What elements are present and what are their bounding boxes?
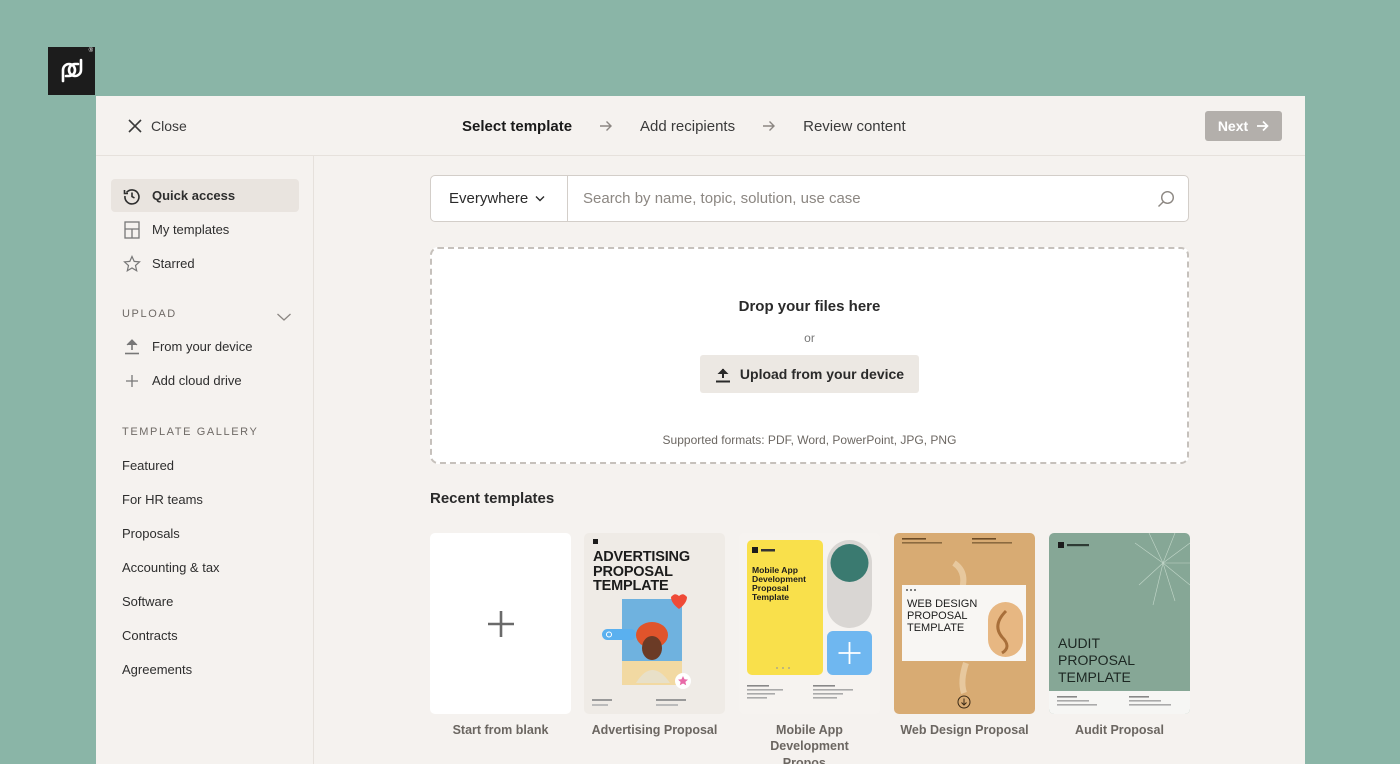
star-icon bbox=[122, 254, 142, 274]
history-icon bbox=[122, 186, 142, 206]
supported-formats: Supported formats: PDF, Word, PowerPoint… bbox=[662, 433, 957, 447]
template-card-blank[interactable]: Start from blank bbox=[430, 533, 571, 738]
pd-logo-icon bbox=[61, 58, 82, 83]
upload-section-heading: UPLOAD bbox=[122, 308, 177, 320]
sidebar-item-add-cloud-drive[interactable]: Add cloud drive bbox=[111, 364, 299, 397]
close-label: Close bbox=[151, 118, 187, 134]
drop-zone-title: Drop your files here bbox=[738, 298, 881, 315]
gallery-item-agreements[interactable]: Agreements bbox=[122, 662, 192, 677]
template-label: Web Design Proposal bbox=[900, 723, 1029, 737]
chevron-down-icon bbox=[535, 196, 545, 202]
search-icon[interactable] bbox=[1144, 190, 1188, 208]
upload-icon bbox=[715, 368, 730, 382]
svg-text:WEB DESIGN: WEB DESIGN bbox=[907, 598, 977, 610]
search-input[interactable] bbox=[568, 176, 1144, 221]
sidebar-item-label: Starred bbox=[152, 256, 195, 271]
template-label: Start from blank bbox=[452, 723, 549, 737]
template-picker-window: Close Select template Add recipients Rev… bbox=[96, 96, 1305, 764]
step-select-template[interactable]: Select template bbox=[462, 118, 572, 135]
sidebar-item-from-device[interactable]: From your device bbox=[111, 330, 299, 363]
svg-text:PROPOSAL: PROPOSAL bbox=[907, 610, 968, 622]
template-card-advertising[interactable]: ADVERTISING PROPOSAL TEMPLATE Advertisin… bbox=[584, 533, 725, 738]
wizard-steps: Select template Add recipients Review co… bbox=[462, 114, 906, 138]
svg-text:PROPOSAL: PROPOSAL bbox=[1058, 652, 1135, 668]
sidebar-item-label: My templates bbox=[152, 222, 230, 237]
template-thumbnail: AUDIT PROPOSAL TEMPLATE bbox=[1049, 533, 1190, 714]
template-thumbnail: ADVERTISING PROPOSAL TEMPLATE bbox=[584, 533, 725, 714]
svg-text:TEMPLATE: TEMPLATE bbox=[1058, 669, 1131, 685]
upload-button-label: Upload from your device bbox=[739, 366, 905, 382]
web-design-illustration: WEB DESIGN PROPOSAL TEMPLATE bbox=[902, 538, 1026, 709]
svg-text:AUDIT: AUDIT bbox=[1058, 635, 1100, 651]
close-icon bbox=[128, 119, 142, 133]
template-thumbnail: Mobile App Development Proposal Template bbox=[739, 533, 880, 714]
step-review-content[interactable]: Review content bbox=[803, 118, 906, 135]
sidebar-item-quick-access[interactable]: Quick access bbox=[111, 179, 299, 212]
portrait-illustration bbox=[592, 594, 691, 706]
gallery-item-contracts[interactable]: Contracts bbox=[122, 628, 178, 643]
next-button[interactable]: Next bbox=[1205, 111, 1282, 141]
search-bar: Everywhere bbox=[430, 175, 1189, 222]
template-label: Audit Proposal bbox=[1075, 723, 1164, 737]
registered-mark: ® bbox=[88, 48, 93, 54]
template-label: Mobile App Development Propos... bbox=[770, 723, 849, 764]
plus-icon bbox=[487, 610, 514, 637]
scope-label: Everywhere bbox=[449, 190, 529, 207]
svg-text:Template: Template bbox=[752, 592, 789, 602]
arrow-right-icon bbox=[599, 120, 613, 132]
sidebar-item-label: Add cloud drive bbox=[152, 373, 242, 388]
pandadoc-logo: ® bbox=[48, 47, 95, 95]
audit-illustration: AUDIT PROPOSAL TEMPLATE bbox=[1049, 533, 1190, 714]
arrow-right-icon bbox=[1257, 120, 1269, 132]
gallery-item-software[interactable]: Software bbox=[122, 594, 173, 609]
chevron-down-icon[interactable] bbox=[276, 309, 292, 327]
gallery-item-hr-teams[interactable]: For HR teams bbox=[122, 492, 203, 507]
sidebar-item-label: From your device bbox=[152, 339, 253, 354]
template-label: Advertising Proposal bbox=[591, 723, 718, 737]
close-button[interactable]: Close bbox=[128, 115, 187, 137]
plus-icon bbox=[122, 371, 142, 391]
template-card-web-design[interactable]: WEB DESIGN PROPOSAL TEMPLATE Web Design … bbox=[894, 533, 1035, 738]
top-bar: Close Select template Add recipients Rev… bbox=[96, 96, 1305, 156]
template-gallery-heading: TEMPLATE GALLERY bbox=[122, 426, 259, 438]
arrow-right-icon bbox=[762, 120, 776, 132]
gallery-item-featured[interactable]: Featured bbox=[122, 458, 174, 473]
gallery-item-proposals[interactable]: Proposals bbox=[122, 526, 180, 541]
recent-templates-heading: Recent templates bbox=[430, 490, 555, 507]
document-template-icon bbox=[122, 220, 142, 240]
file-drop-zone[interactable]: Drop your files here or Upload from your… bbox=[430, 247, 1189, 464]
template-card-mobile-app[interactable]: Mobile App Development Proposal Template… bbox=[739, 533, 880, 764]
template-thumbnail: WEB DESIGN PROPOSAL TEMPLATE bbox=[894, 533, 1035, 714]
mobile-app-illustration: Mobile App Development Proposal Template bbox=[747, 540, 872, 699]
scope-dropdown[interactable]: Everywhere bbox=[431, 176, 568, 221]
sidebar-item-label: Quick access bbox=[152, 188, 236, 203]
template-thumbnail bbox=[430, 533, 571, 714]
template-card-audit[interactable]: AUDIT PROPOSAL TEMPLATE Audit Proposal bbox=[1049, 533, 1190, 738]
upload-from-device-button[interactable]: Upload from your device bbox=[700, 355, 919, 393]
sidebar: Quick access My templates Starred UPLOAD… bbox=[96, 156, 314, 764]
svg-text:TEMPLATE: TEMPLATE bbox=[907, 622, 964, 634]
sidebar-item-my-templates[interactable]: My templates bbox=[111, 213, 299, 246]
step-add-recipients[interactable]: Add recipients bbox=[640, 118, 735, 135]
gallery-item-accounting-tax[interactable]: Accounting & tax bbox=[122, 560, 220, 575]
next-label: Next bbox=[1217, 118, 1249, 134]
upload-icon bbox=[122, 337, 142, 357]
drop-zone-or: or bbox=[804, 331, 815, 345]
sidebar-item-starred[interactable]: Starred bbox=[111, 247, 299, 280]
